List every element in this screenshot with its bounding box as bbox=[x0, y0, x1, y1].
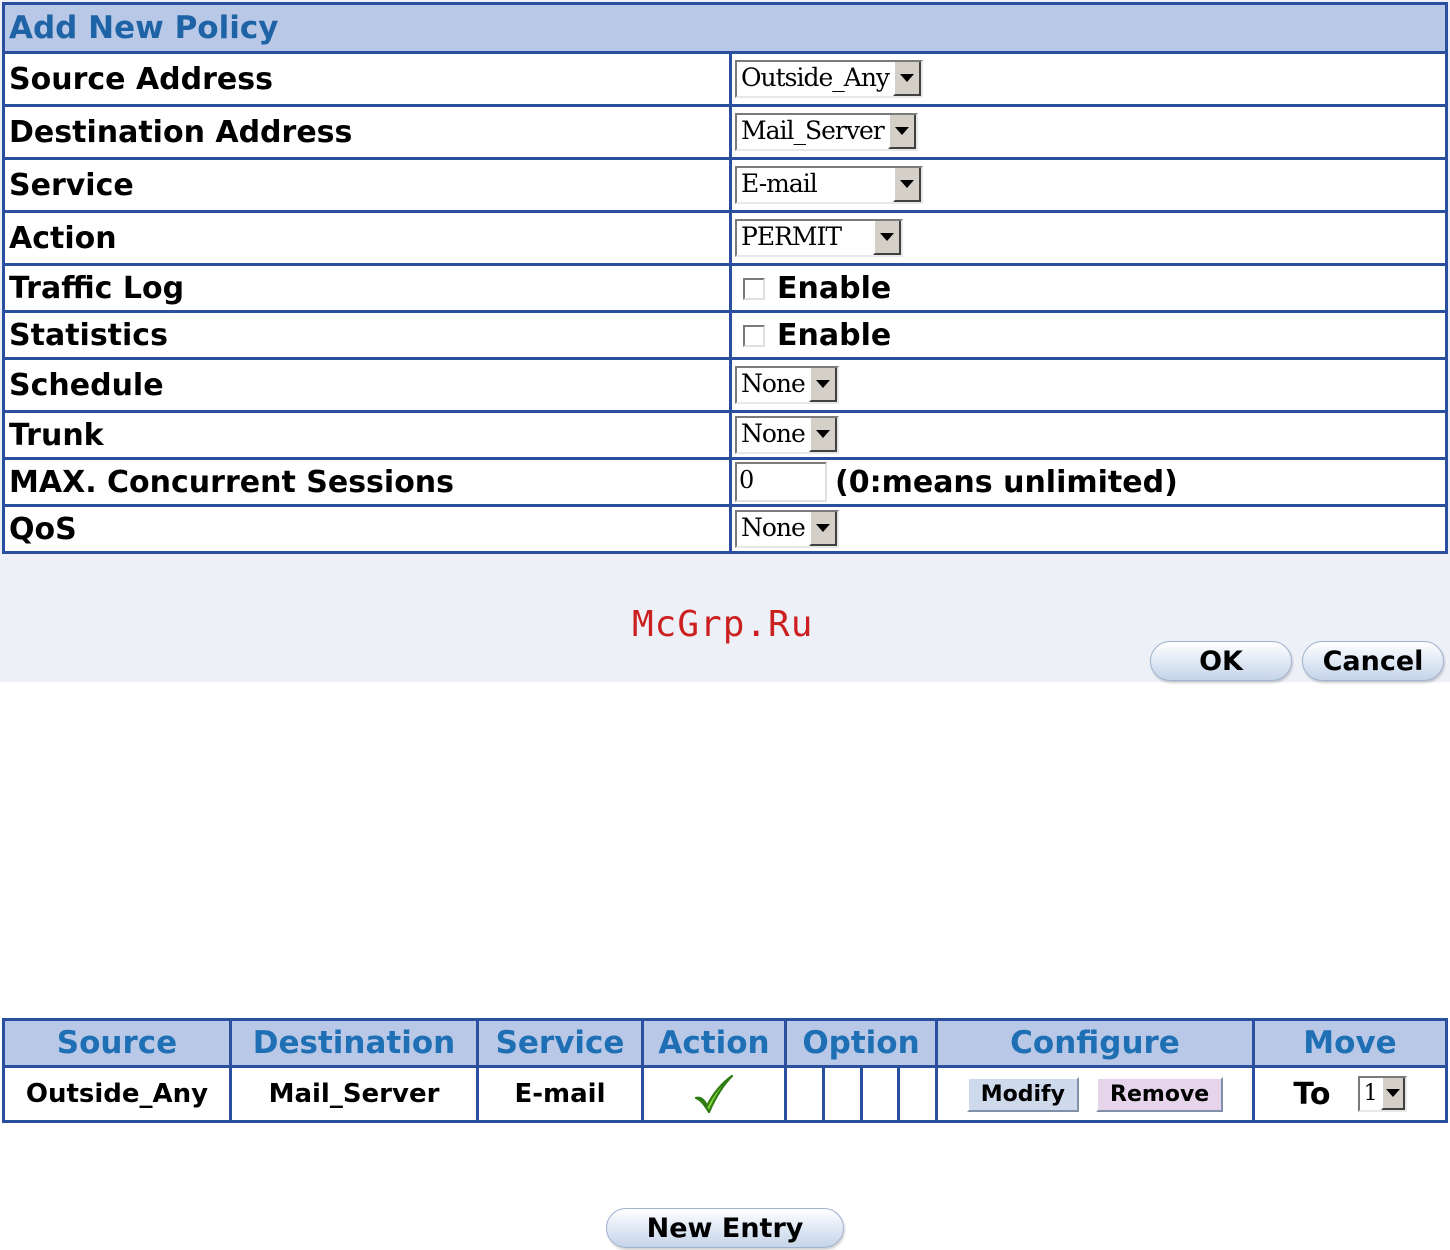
action-select[interactable]: PERMIT bbox=[735, 219, 903, 257]
source-address-select[interactable]: Outside_Any bbox=[735, 60, 924, 98]
add-policy-panel: Add New Policy Source Address Outside_An… bbox=[0, 0, 1450, 682]
destination-address-label: Destination Address bbox=[2, 104, 732, 160]
chevron-down-icon[interactable] bbox=[893, 168, 921, 202]
destination-address-value: Mail_Server bbox=[741, 116, 885, 145]
destination-address-select[interactable]: Mail_Server bbox=[735, 113, 918, 151]
qos-label: QoS bbox=[2, 504, 732, 554]
move-to-value: 1 bbox=[1363, 1081, 1378, 1106]
new-entry-button[interactable]: New Entry bbox=[606, 1208, 844, 1248]
chevron-down-icon[interactable] bbox=[873, 221, 901, 255]
column-header-action: Action bbox=[641, 1018, 787, 1068]
action-label: Action bbox=[2, 210, 732, 266]
max-sessions-hint: (0:means unlimited) bbox=[835, 464, 1178, 500]
chevron-down-icon[interactable] bbox=[893, 62, 922, 96]
qos-value: None bbox=[741, 513, 806, 542]
watermark: McGrp.Ru bbox=[632, 604, 814, 645]
chevron-down-icon[interactable] bbox=[808, 368, 837, 402]
chevron-down-icon[interactable] bbox=[887, 115, 916, 149]
column-header-move: Move bbox=[1252, 1018, 1448, 1068]
qos-select[interactable]: None bbox=[735, 510, 839, 548]
statistics-enable-label: Enable bbox=[777, 318, 892, 353]
trunk-label: Trunk bbox=[2, 410, 732, 460]
row-source: Outside_Any bbox=[2, 1065, 232, 1123]
ok-button[interactable]: OK bbox=[1150, 641, 1292, 681]
option-subcells bbox=[787, 1068, 935, 1120]
chevron-down-icon[interactable] bbox=[1380, 1078, 1405, 1110]
column-header-destination: Destination bbox=[229, 1018, 479, 1068]
statistics-checkbox[interactable] bbox=[743, 324, 765, 347]
chevron-down-icon[interactable] bbox=[808, 418, 837, 452]
form-title: Add New Policy bbox=[2, 2, 1448, 54]
service-value: E-mail bbox=[741, 169, 818, 198]
move-to-label: To bbox=[1293, 1076, 1331, 1112]
row-option bbox=[784, 1065, 938, 1123]
add-policy-form: Add New Policy Source Address Outside_An… bbox=[2, 2, 1448, 554]
statistics-label: Statistics bbox=[2, 310, 732, 360]
column-header-source: Source bbox=[2, 1018, 232, 1068]
row-move: To 1 bbox=[1252, 1065, 1448, 1123]
modify-button[interactable]: Modify bbox=[966, 1076, 1079, 1112]
row-destination: Mail_Server bbox=[229, 1065, 479, 1123]
cancel-button[interactable]: Cancel bbox=[1302, 641, 1444, 681]
chevron-down-icon[interactable] bbox=[808, 512, 837, 546]
max-sessions-label: MAX. Concurrent Sessions bbox=[2, 457, 732, 507]
schedule-value: None bbox=[741, 369, 806, 398]
trunk-select[interactable]: None bbox=[735, 416, 839, 454]
service-label: Service bbox=[2, 157, 732, 213]
schedule-select[interactable]: None bbox=[735, 366, 839, 404]
source-address-value: Outside_Any bbox=[741, 63, 890, 92]
row-configure: Modify Remove bbox=[935, 1065, 1255, 1123]
column-header-configure: Configure bbox=[935, 1018, 1255, 1068]
trunk-value: None bbox=[741, 419, 806, 448]
checkmark-icon bbox=[694, 1074, 734, 1114]
source-address-label: Source Address bbox=[2, 51, 732, 107]
max-sessions-input[interactable]: 0 bbox=[735, 462, 827, 502]
service-select[interactable]: E-mail bbox=[735, 166, 923, 204]
table-row: Outside_Any Mail_Server E-mail Modify Re… bbox=[2, 1065, 1448, 1123]
column-header-option: Option bbox=[784, 1018, 938, 1068]
traffic-log-label: Traffic Log bbox=[2, 263, 732, 313]
move-to-select[interactable]: 1 bbox=[1357, 1076, 1407, 1112]
row-service: E-mail bbox=[476, 1065, 644, 1123]
traffic-log-checkbox[interactable] bbox=[743, 277, 765, 300]
policy-table: Source Destination Service Action Option… bbox=[2, 1018, 1448, 1123]
traffic-log-enable-label: Enable bbox=[777, 271, 892, 306]
row-action bbox=[641, 1065, 787, 1123]
remove-button[interactable]: Remove bbox=[1096, 1076, 1224, 1112]
action-value: PERMIT bbox=[741, 222, 842, 251]
schedule-label: Schedule bbox=[2, 357, 732, 413]
column-header-service: Service bbox=[476, 1018, 644, 1068]
